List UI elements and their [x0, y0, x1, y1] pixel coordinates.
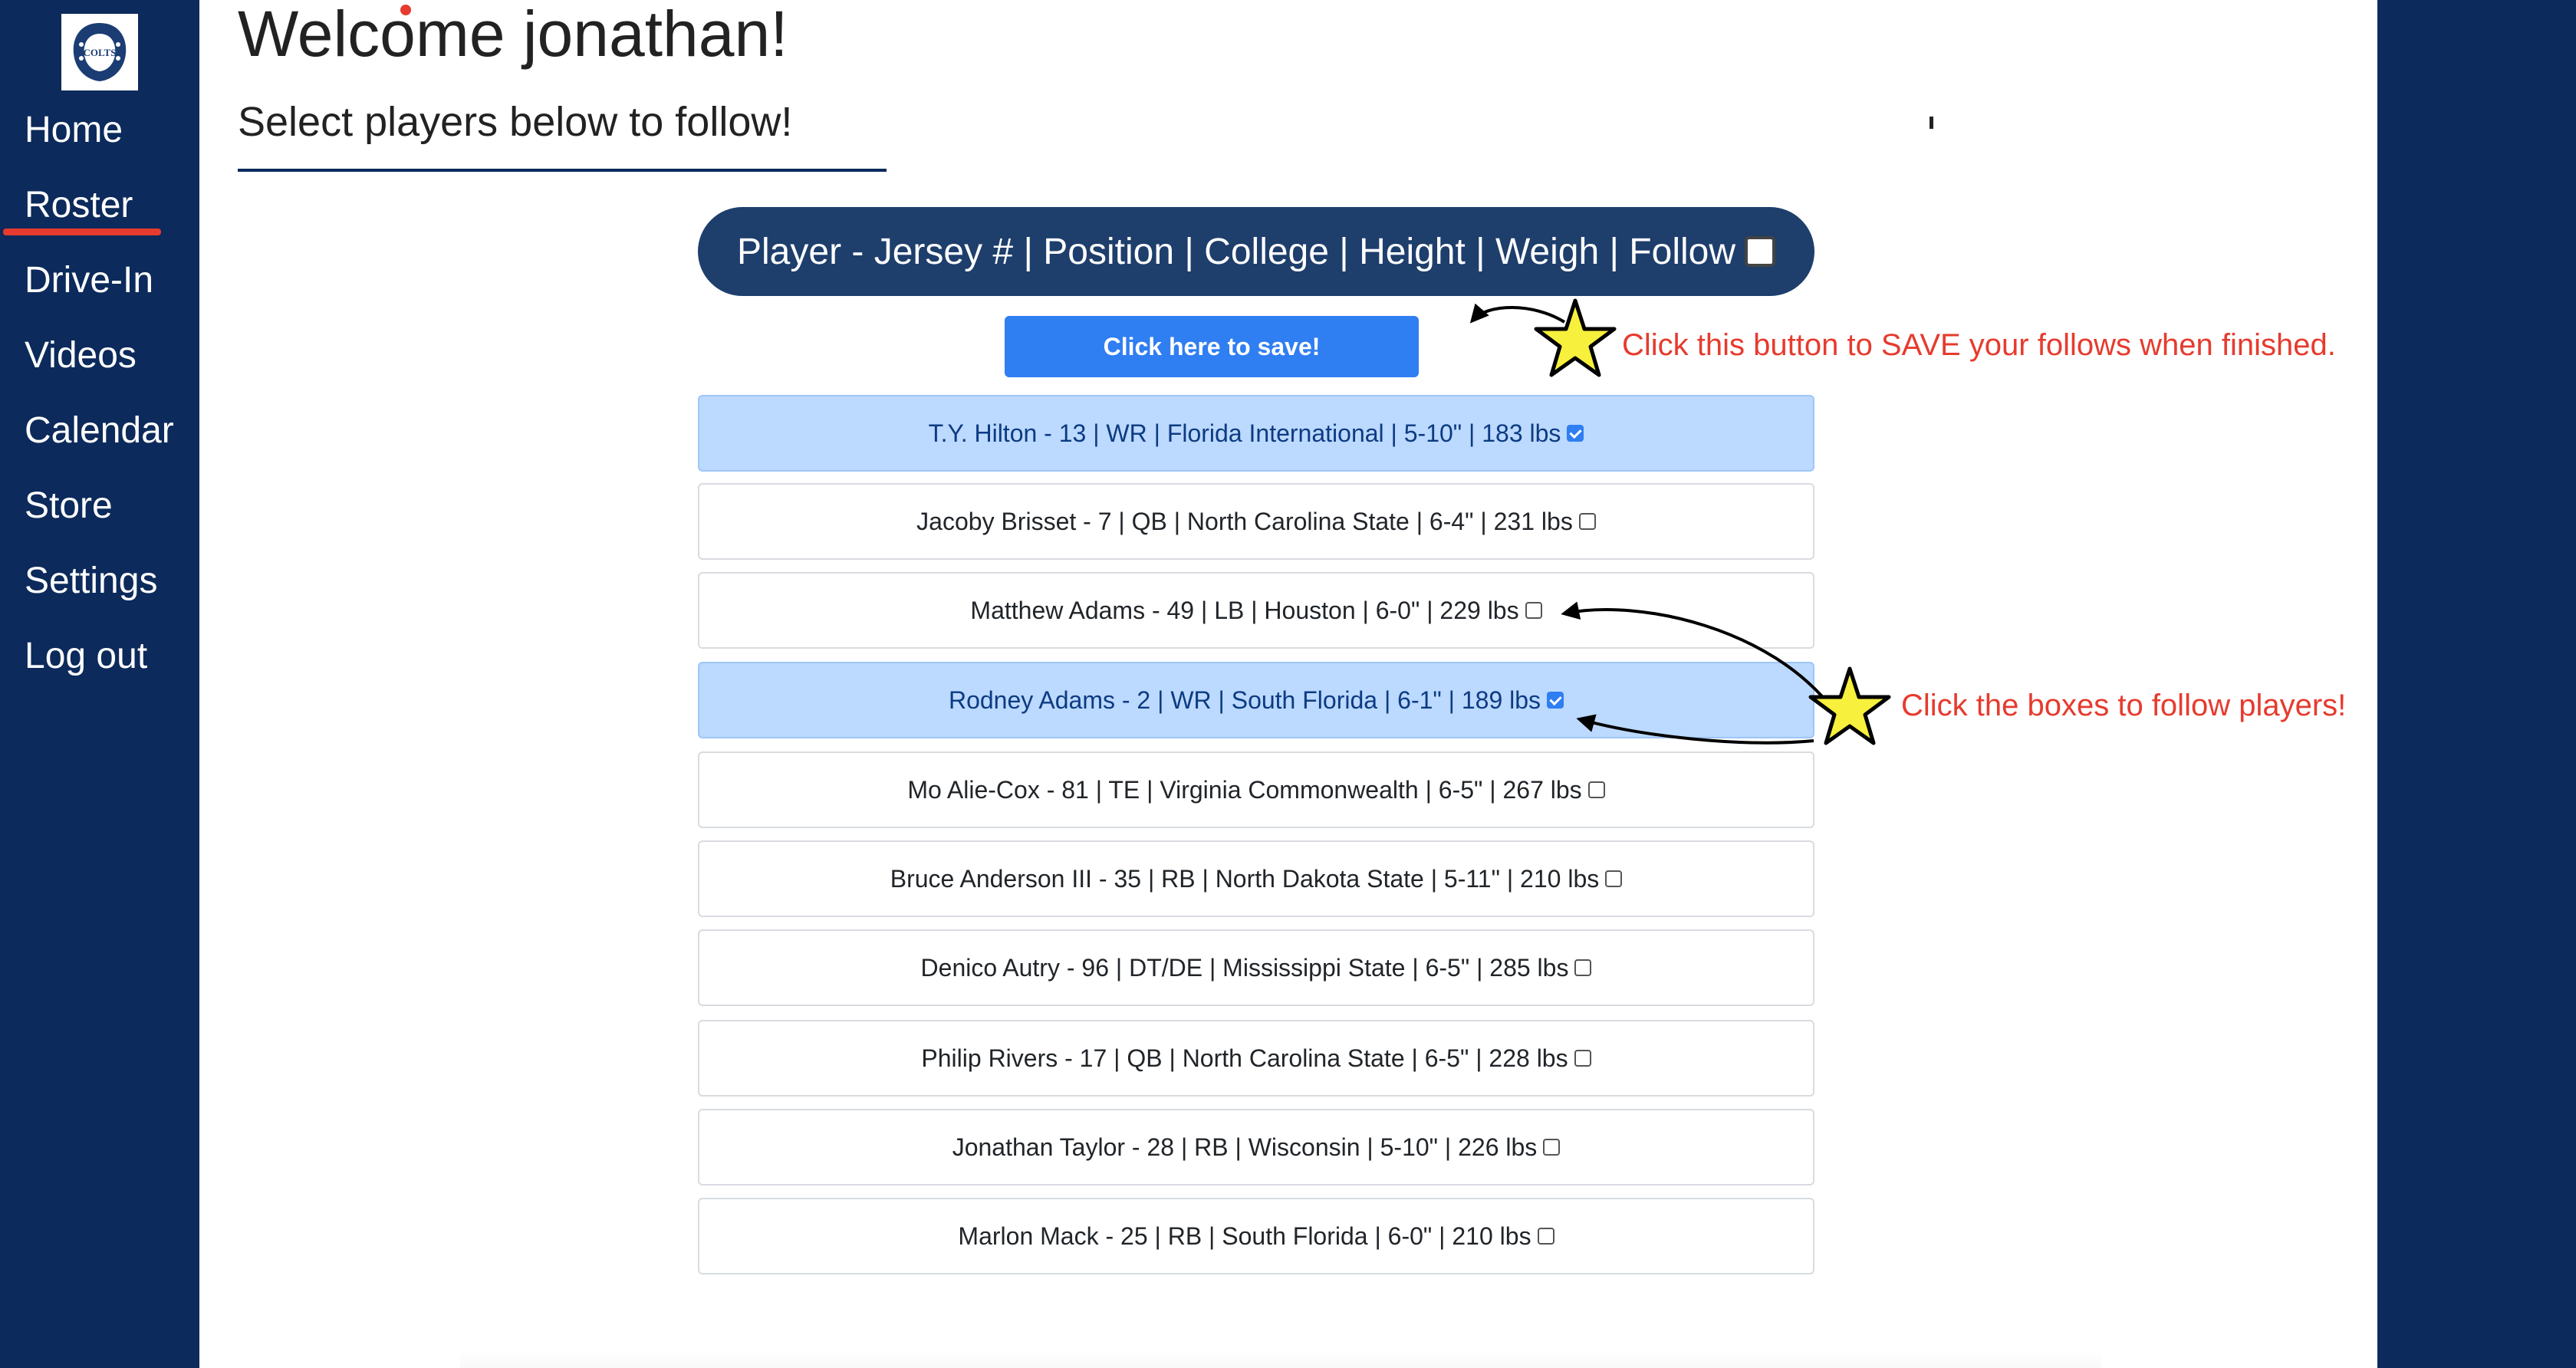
player-label: Matthew Adams - 49 | LB | Houston | 6-0"…	[970, 596, 1519, 624]
follow-checkbox[interactable]	[1605, 870, 1623, 887]
roster-header: Player - Jersey # | Position | College |…	[698, 207, 1814, 296]
player-row[interactable]: Denico Autry - 96 | DT/DE | Mississippi …	[698, 929, 1814, 1006]
sidebar-item-calendar[interactable]: Calendar	[25, 399, 174, 474]
save-annotation: Click this button to SAVE your follows w…	[1622, 328, 2336, 362]
follow-checkbox[interactable]	[1525, 602, 1542, 619]
follow-checkbox[interactable]	[1543, 1139, 1561, 1156]
page-subtitle: Select players below to follow!	[238, 99, 793, 145]
sidebar-item-home[interactable]: Home	[25, 98, 174, 173]
player-label: Bruce Anderson III - 35 | RB | North Dak…	[890, 864, 1600, 893]
follow-checkbox[interactable]	[1578, 513, 1596, 530]
sidebar-item-videos[interactable]: Videos	[25, 324, 174, 399]
player-row[interactable]: Rodney Adams - 2 | WR | South Florida | …	[698, 662, 1814, 738]
follow-annotation: Click the boxes to follow players!	[1901, 689, 2347, 722]
save-button[interactable]: Click here to save!	[1005, 316, 1419, 377]
player-row[interactable]: Marlon Mack - 25 | RB | South Florida | …	[698, 1198, 1814, 1274]
player-label: Marlon Mack - 25 | RB | South Florida | …	[958, 1222, 1531, 1250]
player-label: Denico Autry - 96 | DT/DE | Mississippi …	[920, 953, 1569, 982]
horseshoe-icon: COLTS	[73, 23, 127, 81]
main-panel: Welcome jonathan! Select players below t…	[199, 0, 2377, 1368]
player-row[interactable]: Bruce Anderson III - 35 | RB | North Dak…	[698, 840, 1814, 917]
sidebar-item-settings[interactable]: Settings	[25, 549, 174, 624]
player-label: Jacoby Brisset - 7 | QB | North Carolina…	[916, 507, 1573, 535]
follow-checkbox[interactable]	[1574, 959, 1592, 976]
sidebar-item-log-out[interactable]: Log out	[25, 624, 174, 699]
header-checkbox-icon	[1745, 236, 1775, 267]
sidebar-item-drive-in[interactable]: Drive-In	[25, 248, 174, 324]
player-row[interactable]: Philip Rivers - 17 | QB | North Carolina…	[698, 1020, 1814, 1097]
page-title: Welcome jonathan!	[238, 0, 788, 70]
sidebar-nav: Home Roster Drive-In Videos Calendar Sto…	[25, 98, 174, 699]
sidebar-item-store[interactable]: Store	[25, 474, 174, 549]
follow-checkbox[interactable]	[1574, 1050, 1591, 1067]
player-label: Jonathan Taylor - 28 | RB | Wisconsin | …	[952, 1133, 1538, 1161]
colts-logo[interactable]: COLTS	[61, 14, 138, 90]
follow-star-icon	[1808, 666, 1891, 745]
save-arrow	[1469, 303, 1566, 324]
player-label: Rodney Adams - 2 | WR | South Florida | …	[948, 686, 1541, 714]
subtitle-divider	[238, 169, 887, 172]
follow-checkbox[interactable]	[1567, 425, 1584, 442]
active-nav-underline	[3, 229, 161, 235]
cursor-dot	[400, 5, 411, 15]
player-row[interactable]: Matthew Adams - 49 | LB | Houston | 6-0"…	[698, 572, 1814, 649]
player-row[interactable]: Jacoby Brisset - 7 | QB | North Carolina…	[698, 483, 1814, 560]
follow-checkbox[interactable]	[1537, 1228, 1554, 1245]
follow-checkbox[interactable]	[1547, 692, 1564, 709]
roster-header-label: Player - Jersey # | Position | College |…	[737, 231, 1735, 272]
player-row[interactable]: T.Y. Hilton - 13 | WR | Florida Internat…	[698, 395, 1814, 472]
save-star-icon	[1534, 298, 1617, 377]
player-row[interactable]: Mo Alie-Cox - 81 | TE | Virginia Commonw…	[698, 751, 1814, 828]
text-cursor-mark	[1930, 117, 1933, 129]
sidebar: COLTS Home Roster Drive-In Videos Calend…	[0, 0, 199, 1368]
logo-text: COLTS	[84, 47, 117, 58]
sidebar-item-roster[interactable]: Roster	[25, 173, 174, 248]
player-label: Mo Alie-Cox - 81 | TE | Virginia Commonw…	[907, 775, 1582, 804]
player-row[interactable]: Jonathan Taylor - 28 | RB | Wisconsin | …	[698, 1109, 1814, 1185]
player-label: Philip Rivers - 17 | QB | North Carolina…	[921, 1044, 1568, 1072]
follow-checkbox[interactable]	[1587, 781, 1605, 798]
footer-shadow	[460, 1350, 2101, 1368]
player-label: T.Y. Hilton - 13 | WR | Florida Internat…	[928, 419, 1561, 447]
